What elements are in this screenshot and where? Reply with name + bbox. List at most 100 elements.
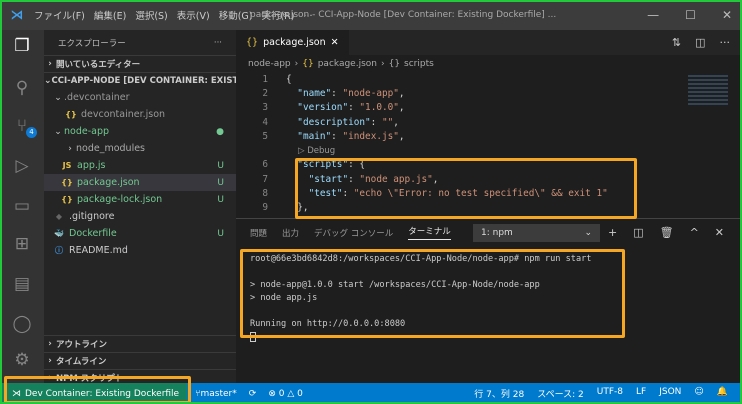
tree-file-gitignore[interactable]: ◆ .gitignore (44, 208, 236, 225)
docker-icon[interactable]: ▤ (10, 274, 34, 296)
warning-icon: △ (287, 388, 295, 399)
maximize-icon[interactable]: ☐ (685, 8, 696, 22)
language-mode[interactable]: JSON (659, 387, 681, 400)
chevron-down-icon: ⌄ (584, 228, 592, 238)
code-token: "main" (297, 130, 332, 142)
menu-file[interactable]: ファイル(F) (34, 11, 85, 22)
info-icon: ⓘ (55, 246, 63, 255)
tree-folder-node-app[interactable]: ⌄ node-app ● (44, 123, 236, 140)
codelens-label: Debug (307, 145, 336, 156)
terminal-select-value: 1: npm (481, 228, 513, 238)
settings-gear-icon[interactable]: ⚙ (10, 350, 34, 372)
breadcrumb: node-app ›{} package.json ›{} scripts (248, 58, 434, 69)
account-icon[interactable]: ◯ (10, 314, 34, 336)
chevron-right-icon: › (68, 143, 72, 154)
line-number: 4 (262, 116, 268, 128)
extensions-icon[interactable]: ⊞ (10, 234, 34, 256)
json-file-icon: {} (302, 58, 314, 69)
tree-file-dockerfile[interactable]: 🐳 Dockerfile U (44, 225, 236, 242)
code-token: "name" (297, 87, 332, 99)
tree-label: .devcontainer (64, 92, 130, 103)
code-line: 2 "name": "node-app", (236, 86, 742, 100)
open-editors-section[interactable]: › 開いているエディター (44, 55, 236, 72)
run-debug-icon[interactable]: ▷ (10, 156, 34, 178)
code-line: 3 "version": "1.0.0", (236, 101, 742, 115)
code-line: 1{ (236, 72, 742, 86)
notifications-bell-icon[interactable]: 🔔 (717, 387, 728, 400)
minimap[interactable] (688, 75, 728, 105)
minimize-icon[interactable]: — (647, 8, 659, 22)
code-token: : (331, 87, 343, 99)
menu-edit[interactable]: 編集(E) (94, 11, 126, 22)
breadcrumb-item[interactable]: package.json (318, 59, 377, 69)
close-window-icon[interactable]: ✕ (722, 8, 732, 22)
line-number: 9 (262, 202, 268, 214)
code-token: , (393, 116, 399, 128)
tab-problems[interactable]: 問題 (250, 227, 267, 239)
breadcrumb-item[interactable]: node-app (248, 59, 291, 69)
tab-package-json[interactable]: {} package.json ✕ (236, 30, 349, 55)
tree-label: app.js (77, 160, 106, 171)
tree-label: package-lock.json (77, 194, 163, 205)
indentation[interactable]: スペース: 2 (537, 387, 584, 400)
tree-label: README.md (69, 245, 128, 256)
tree-file-package-lock-json[interactable]: {} package-lock.json U (44, 191, 236, 208)
window-title: package.json - CCI-App-Node [Dev Contain… (250, 10, 557, 20)
source-control-icon[interactable]: ⑂ 4 (10, 116, 37, 138)
terminal-select[interactable]: 1: npm ⌄ (473, 224, 600, 242)
chevron-down-icon: ⌄ (54, 92, 62, 103)
close-tab-icon[interactable]: ✕ (331, 37, 339, 48)
line-number: 2 (262, 87, 268, 99)
code-line: 5 "main": "index.js", (236, 129, 742, 143)
debug-codelens[interactable]: ▷ Debug (236, 143, 742, 157)
breadcrumb-item[interactable]: scripts (404, 59, 434, 69)
chevron-down-icon: ⌄ (54, 126, 62, 137)
tree-file-readme[interactable]: ⓘ README.md (44, 242, 236, 259)
scm-badge: 4 (26, 127, 37, 138)
close-panel-icon[interactable]: ✕ (715, 226, 724, 239)
explorer-title: エクスプローラー (58, 38, 126, 49)
menu-go[interactable]: 移動(G) (219, 11, 253, 22)
section-label: タイムライン (56, 357, 107, 367)
problems-indicator[interactable]: ⊗ 0 △ 0 (268, 389, 303, 399)
cursor-position[interactable]: 行 7、列 28 (474, 387, 524, 400)
new-terminal-icon[interactable]: + (608, 226, 617, 239)
tab-terminal[interactable]: ターミナル (408, 225, 451, 240)
js-file-icon: JS (62, 161, 72, 170)
eol[interactable]: LF (636, 387, 646, 400)
more-actions-icon[interactable]: ··· (720, 36, 731, 49)
tree-folder-devcontainer[interactable]: ⌄ .devcontainer (44, 89, 236, 106)
tab-debug-console[interactable]: デバッグ コンソール (314, 227, 393, 239)
menu-view[interactable]: 表示(V) (177, 11, 210, 22)
json-file-icon: {} (61, 178, 73, 187)
workspace-root[interactable]: ⌄ CCI-APP-NODE [DEV CONTAINER: EXISTIN... (44, 72, 258, 89)
tree-file-devcontainer-json[interactable]: {} devcontainer.json (44, 106, 236, 123)
line-number: 7 (262, 173, 268, 185)
encoding[interactable]: UTF-8 (597, 387, 623, 400)
trash-icon[interactable]: 🗑 (660, 226, 674, 239)
explorer-icon[interactable]: ❐ (10, 36, 34, 58)
menu-selection[interactable]: 選択(S) (135, 11, 167, 22)
tab-output[interactable]: 出力 (282, 227, 299, 239)
tree-label: .gitignore (69, 211, 115, 222)
code-token: , (398, 87, 405, 99)
outline-section[interactable]: › アウトライン (44, 335, 236, 352)
code-token: "index.js" (342, 130, 399, 142)
code-token: "" (381, 116, 394, 128)
maximize-panel-icon[interactable]: ^ (690, 226, 699, 239)
sync-icon[interactable]: ⟳ (249, 389, 257, 399)
split-terminal-icon[interactable]: ◫ (633, 226, 643, 239)
search-icon[interactable]: ⚲ (10, 78, 34, 100)
branch-indicator[interactable]: ⑂master* (195, 389, 237, 399)
line-number: 3 (262, 102, 268, 114)
tree-folder-node-modules[interactable]: › node_modules (44, 140, 236, 157)
remote-explorer-icon[interactable]: ▭ (10, 196, 34, 218)
timeline-section[interactable]: › タイムライン (44, 352, 236, 369)
open-changes-icon[interactable]: ⇅ (672, 36, 681, 49)
tree-file-package-json[interactable]: {} package.json U (44, 174, 236, 191)
feedback-icon[interactable]: ☺ (694, 387, 703, 400)
explorer-more-button[interactable]: ··· (214, 38, 222, 48)
tree-file-app-js[interactable]: JS app.js U (44, 157, 236, 174)
split-editor-icon[interactable]: ◫ (695, 36, 705, 49)
docker-file-icon: 🐳 (54, 229, 64, 238)
